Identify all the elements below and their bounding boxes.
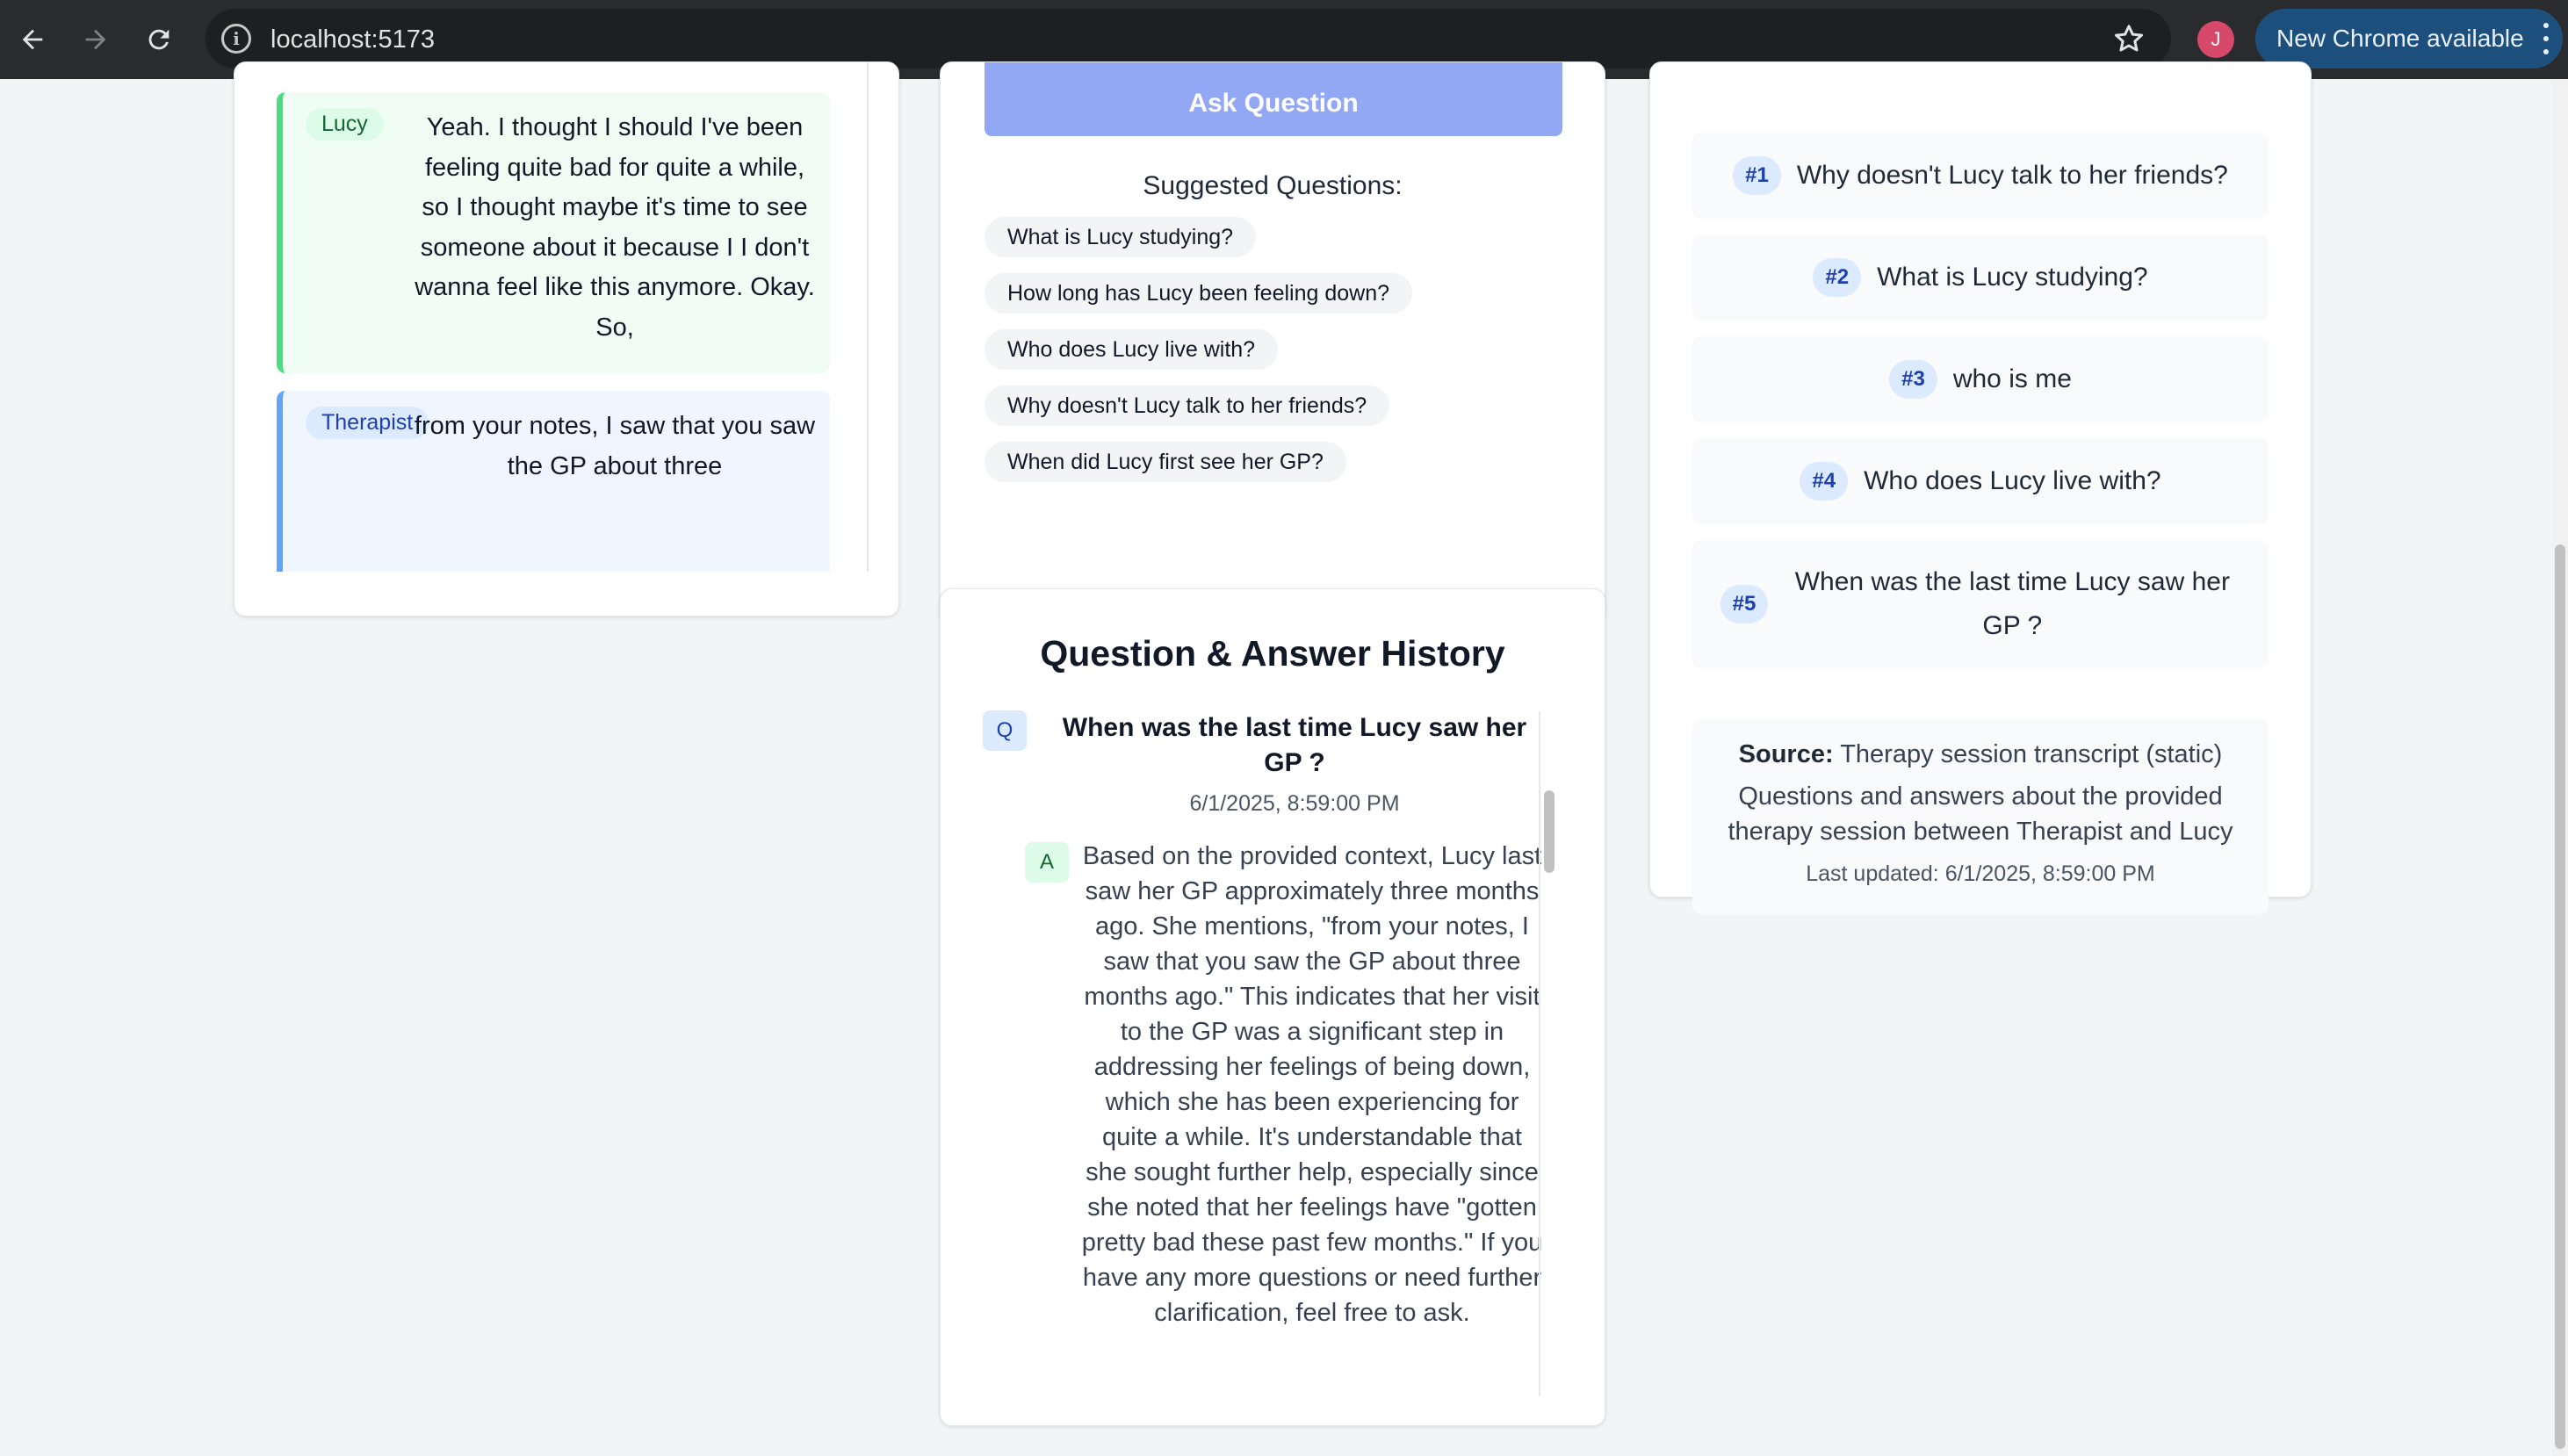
speaker-badge: Lucy [306,108,384,141]
history-answer: Based on the provided context, Lucy last… [1081,842,1543,1327]
scrollbar-thumb[interactable] [1544,790,1555,873]
message-therapist: Therapist from your notes, I saw that yo… [277,391,830,572]
history-title: Question & Answer History [1040,633,1505,674]
question-number-badge: #4 [1800,462,1849,501]
question-number-badge: #5 [1720,585,1769,623]
reload-icon [148,29,170,50]
recent-question-item[interactable]: #5 When was the last time Lucy saw her G… [1692,540,2269,668]
suggested-questions-title: Suggested Questions: [1143,171,1403,200]
recent-question-text: When was the last time Lucy saw her GP ? [1794,567,2230,640]
star-icon[interactable] [2111,21,2146,56]
history-timestamp: 6/1/2025, 8:59:00 PM [1189,791,1400,816]
info-icon[interactable]: i [221,24,251,54]
history-scrollbar[interactable] [1539,711,1556,1396]
recent-question-item[interactable]: #3 who is me [1692,336,2269,422]
message-text: from your notes, I saw that you saw the … [414,412,816,480]
transcript-scroll[interactable]: Lucy Yeah. I thought I should I've been … [277,62,869,572]
message-text: Yeah. I thought I should I've been feeli… [415,113,815,342]
arrow-left-icon [22,29,43,50]
suggestion-chip[interactable]: When did Lucy first see her GP? [985,442,1346,482]
answer-tag: A [1025,842,1069,883]
question-tag: Q [983,710,1027,751]
profile-avatar[interactable]: J [2197,21,2234,58]
recent-question-text: Who does Lucy live with? [1864,466,2161,495]
url-text: localhost:5173 [271,25,436,54]
question-number-badge: #2 [1813,258,1862,297]
page-scrollbar[interactable] [2552,79,2568,1456]
back-button[interactable] [9,16,56,63]
recent-question-item[interactable]: #1 Why doesn't Lucy talk to her friends? [1692,133,2269,219]
transcript-card: Lucy Yeah. I thought I should I've been … [234,61,899,616]
address-bar[interactable]: i localhost:5173 [206,9,2171,68]
suggestion-chip[interactable]: Who does Lucy live with? [985,329,1279,370]
recent-question-item[interactable]: #4 Who does Lucy live with? [1692,438,2269,524]
source-line: Source: Therapy session transcript (stat… [1692,740,2269,769]
suggestion-chip[interactable]: How long has Lucy been feeling down? [985,273,1413,314]
forward-button[interactable] [72,16,119,63]
recent-question-text: who is me [1952,364,2072,393]
recent-question-item[interactable]: #2 What is Lucy studying? [1692,234,2269,321]
source-label: Source: [1738,740,1834,768]
recent-question-text: What is Lucy studying? [1877,263,2148,292]
history-scroll[interactable]: Q When was the last time Lucy saw her GP… [983,710,1562,1395]
page-scrollbar-thumb[interactable] [2555,544,2565,1449]
source-info: Source: Therapy session transcript (stat… [1692,719,2269,914]
question-number-badge: #1 [1733,156,1781,195]
history-question: When was the last time Lucy saw her GP ? [1062,713,1527,777]
more-vert-icon[interactable] [2542,23,2550,54]
speaker-badge: Therapist [306,407,429,439]
suggestion-chip[interactable]: What is Lucy studying? [985,217,1257,257]
question-number-badge: #3 [1889,360,1937,399]
ask-card: Ask Question Suggested Questions: What i… [940,61,1605,625]
arrow-right-icon [85,29,106,50]
update-label: New Chrome available [2276,25,2524,52]
source-value: Therapy session transcript (static) [1840,740,2223,768]
chrome-update-button[interactable]: New Chrome available [2255,9,2563,68]
source-description: Questions and answers about the provided… [1728,782,2233,846]
suggestion-chip[interactable]: Why doesn't Lucy talk to her friends? [985,386,1390,426]
message-lucy: Lucy Yeah. I thought I should I've been … [277,92,830,373]
last-updated: Last updated: 6/1/2025, 8:59:00 PM [1806,861,2155,886]
page: Lucy Yeah. I thought I should I've been … [0,61,2568,1456]
recent-questions-card: #1 Why doesn't Lucy talk to her friends?… [1649,61,2312,914]
qa-history-card: Question & Answer History Q When was the… [940,588,1605,1426]
recent-question-text: Why doesn't Lucy talk to her friends? [1796,161,2228,190]
ask-question-button[interactable]: Ask Question [985,62,1562,136]
reload-button[interactable] [135,16,183,63]
